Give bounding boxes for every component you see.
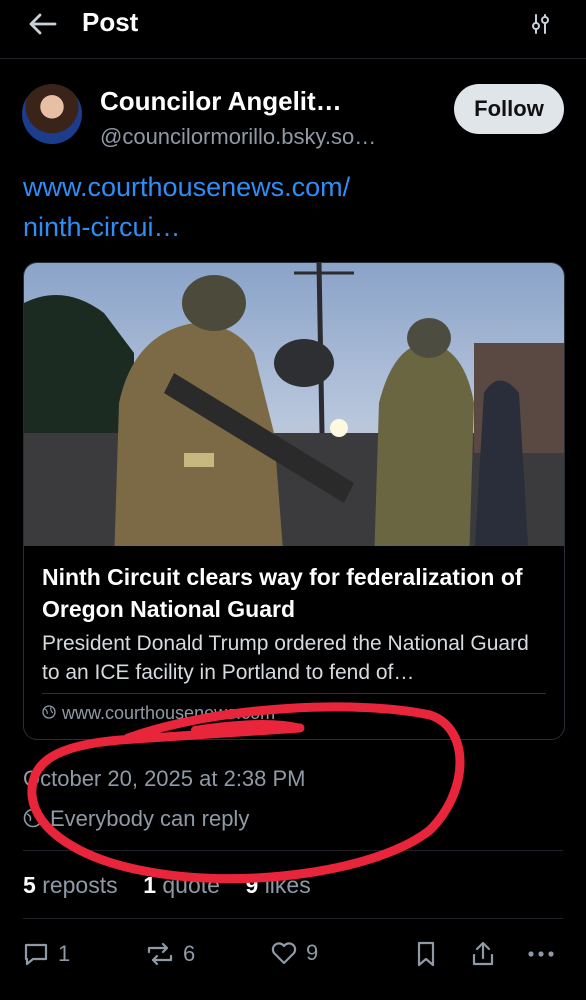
share-button[interactable] xyxy=(470,940,496,968)
quotes-stat[interactable]: 1 quote xyxy=(143,872,220,898)
card-domain: www.courthousenews.com xyxy=(62,703,276,723)
likes-stat[interactable]: 9 likes xyxy=(246,872,311,898)
more-options-button[interactable] xyxy=(526,940,556,968)
reposts-stat[interactable]: 5 reposts xyxy=(23,872,118,898)
bookmark-button[interactable] xyxy=(414,940,438,968)
globe-icon xyxy=(42,705,56,719)
share-icon xyxy=(472,941,494,966)
divider xyxy=(23,918,563,919)
reply-count: 1 xyxy=(58,941,71,966)
post-stats: 5 reposts 1 quote 9 likes xyxy=(23,872,311,899)
avatar[interactable] xyxy=(22,84,82,144)
sliders-icon[interactable] xyxy=(524,8,556,40)
globe-icon xyxy=(23,808,43,828)
bookmark-icon xyxy=(417,941,435,967)
heart-icon xyxy=(271,942,297,965)
repost-icon xyxy=(147,942,173,966)
like-count: 9 xyxy=(306,940,319,965)
card-description: President Donald Trump ordered the Natio… xyxy=(42,632,529,684)
comment-icon xyxy=(24,943,48,966)
card-divider xyxy=(42,693,546,694)
reply-button[interactable]: 1 xyxy=(22,940,70,968)
repost-count: 6 xyxy=(183,941,196,966)
divider xyxy=(23,850,563,851)
ellipsis-icon xyxy=(528,951,554,957)
reply-setting[interactable]: Everybody can reply xyxy=(50,806,249,832)
card-image xyxy=(24,263,564,546)
page-title: Post xyxy=(82,7,139,37)
like-button[interactable]: 9 xyxy=(270,940,318,966)
post-link[interactable]: www.courthousenews.com/ xyxy=(23,172,350,203)
post-link-continued[interactable]: ninth-circui… xyxy=(23,212,181,243)
author-name[interactable]: Councilor Angelit… xyxy=(100,86,342,117)
author-handle[interactable]: @councilormorillo.bsky.so… xyxy=(100,124,376,150)
back-arrow-icon[interactable] xyxy=(24,8,60,40)
post-timestamp: October 20, 2025 at 2:38 PM xyxy=(23,766,306,791)
link-preview-card[interactable]: Ninth Circuit clears way for federalizat… xyxy=(23,262,565,740)
repost-button[interactable]: 6 xyxy=(145,940,195,968)
follow-button[interactable]: Follow xyxy=(454,84,564,134)
card-title: Ninth Circuit clears way for federalizat… xyxy=(42,564,523,622)
